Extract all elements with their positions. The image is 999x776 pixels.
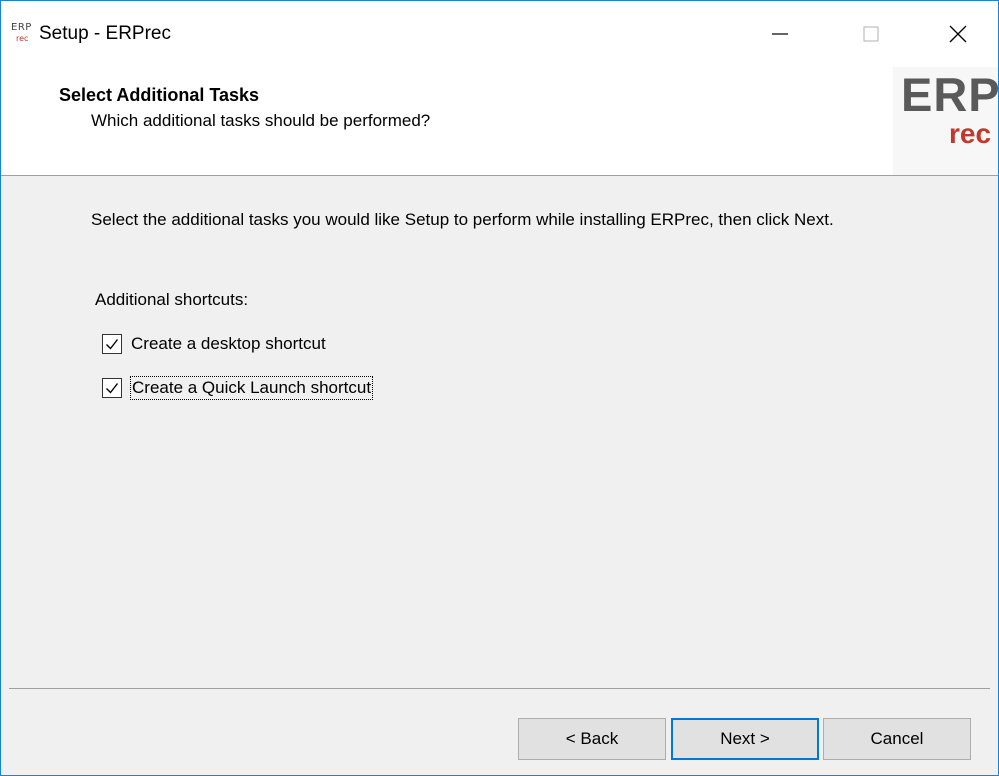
quick-launch-shortcut-checkbox[interactable] (102, 378, 122, 398)
task-description: Select the additional tasks you would li… (91, 210, 834, 229)
minimize-button[interactable] (760, 13, 800, 55)
maximize-button[interactable] (851, 13, 891, 55)
next-button[interactable]: Next > (671, 718, 819, 760)
logo-text-rec: rec (949, 118, 992, 149)
task-desktop-shortcut[interactable]: Create a desktop shortcut (97, 331, 327, 357)
logo-text-erp: ERP (901, 68, 998, 121)
desktop-shortcut-label[interactable]: Create a desktop shortcut (130, 333, 327, 355)
app-icon-text-top: ERP (11, 22, 32, 33)
wizard-content: Select the additional tasks you would li… (1, 176, 998, 688)
page-subtitle: Which additional tasks should be perform… (91, 111, 431, 130)
shortcuts-group-label: Additional shortcuts: (95, 290, 249, 309)
setup-window: ERP rec Setup - ERPrec Select Additional… (0, 0, 999, 776)
cancel-button[interactable]: Cancel (823, 718, 971, 760)
page-title: Select Additional Tasks (59, 85, 260, 105)
app-icon-text-bottom: rec (16, 34, 29, 43)
checkmark-icon (106, 339, 119, 350)
wizard-header: Select Additional Tasks Which additional… (1, 67, 998, 176)
erprec-app-icon: ERP rec (11, 23, 35, 45)
footer-divider (9, 688, 990, 689)
erprec-logo: ERP rec (893, 67, 998, 175)
title-bar[interactable]: ERP rec Setup - ERPrec (1, 1, 998, 67)
close-icon (949, 25, 967, 43)
task-quick-launch-shortcut[interactable]: Create a Quick Launch shortcut (97, 375, 374, 401)
close-button[interactable] (938, 13, 978, 55)
maximize-icon (863, 26, 879, 42)
quick-launch-shortcut-label[interactable]: Create a Quick Launch shortcut (130, 376, 374, 400)
window-title: Setup - ERPrec (39, 23, 171, 44)
checkmark-icon (106, 383, 119, 394)
minimize-icon (772, 33, 788, 35)
desktop-shortcut-checkbox[interactable] (102, 334, 122, 354)
back-button[interactable]: < Back (518, 718, 666, 760)
